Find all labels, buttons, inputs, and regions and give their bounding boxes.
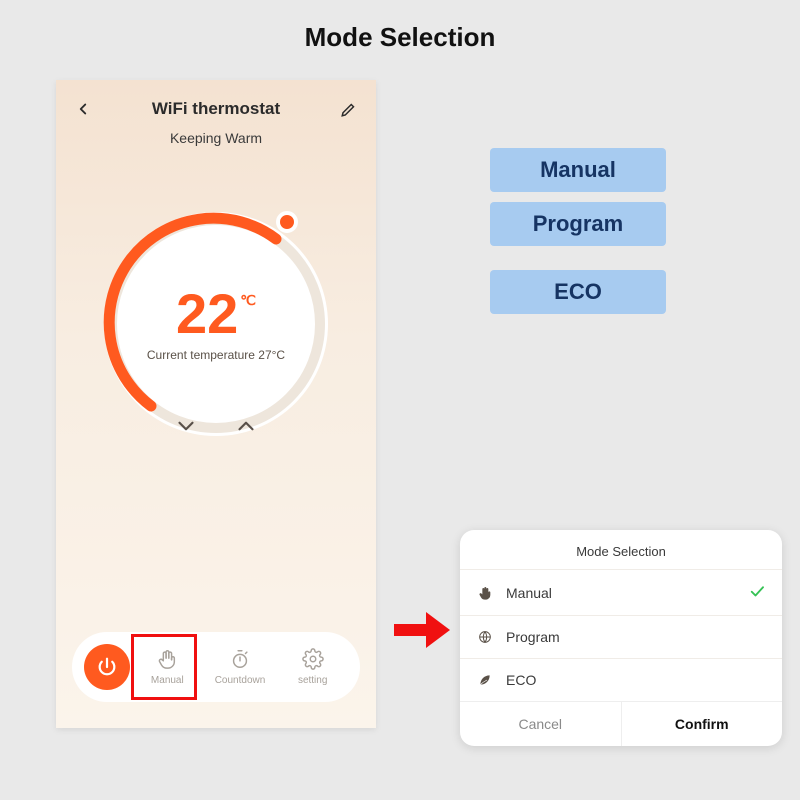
option-eco[interactable]: ECO — [460, 658, 782, 701]
pill-program: Program — [490, 202, 666, 246]
popup-title: Mode Selection — [460, 530, 782, 569]
chevron-up-icon[interactable] — [233, 413, 259, 444]
back-icon[interactable] — [72, 98, 94, 120]
confirm-button[interactable]: Confirm — [622, 702, 783, 746]
option-eco-label: ECO — [506, 672, 766, 688]
globe-icon — [476, 628, 494, 646]
option-program-label: Program — [506, 629, 766, 645]
thermostat-phone-mock: WiFi thermostat Keeping Warm 22 ℃ Curren… — [56, 80, 376, 728]
pill-eco: ECO — [490, 270, 666, 314]
phone-title: WiFi thermostat — [152, 99, 280, 119]
countdown-button[interactable]: Countdown — [205, 639, 276, 695]
pill-manual: Manual — [490, 148, 666, 192]
settings-button[interactable]: setting — [277, 639, 348, 695]
current-temperature: Current temperature 27°C — [147, 348, 285, 362]
countdown-label: Countdown — [215, 675, 266, 686]
temperature-dial[interactable]: 22 ℃ Current temperature 27°C — [90, 198, 342, 450]
highlight-box — [131, 634, 197, 700]
status-text: Keeping Warm — [56, 130, 376, 146]
gear-icon — [302, 648, 324, 673]
option-manual[interactable]: Manual — [460, 569, 782, 615]
arrow-right-icon — [392, 608, 454, 657]
phone-topbar: WiFi thermostat — [56, 80, 376, 126]
stopwatch-icon — [229, 648, 251, 673]
power-button[interactable] — [84, 644, 130, 690]
set-temperature: 22 — [176, 286, 238, 342]
option-program[interactable]: Program — [460, 615, 782, 658]
check-icon — [748, 582, 766, 603]
bottom-bar: Manual Countdown setting — [72, 632, 360, 702]
hand-icon — [476, 584, 494, 602]
leaf-icon — [476, 671, 494, 689]
chevron-down-icon[interactable] — [173, 413, 199, 444]
option-manual-label: Manual — [506, 585, 748, 601]
cancel-button[interactable]: Cancel — [460, 702, 622, 746]
edit-icon[interactable] — [338, 98, 360, 120]
temperature-unit: ℃ — [240, 292, 256, 309]
popup-actions: Cancel Confirm — [460, 701, 782, 746]
page-title: Mode Selection — [0, 22, 800, 53]
mode-selection-popup: Mode Selection Manual Program ECO Cancel… — [460, 530, 782, 746]
settings-label: setting — [298, 675, 327, 686]
